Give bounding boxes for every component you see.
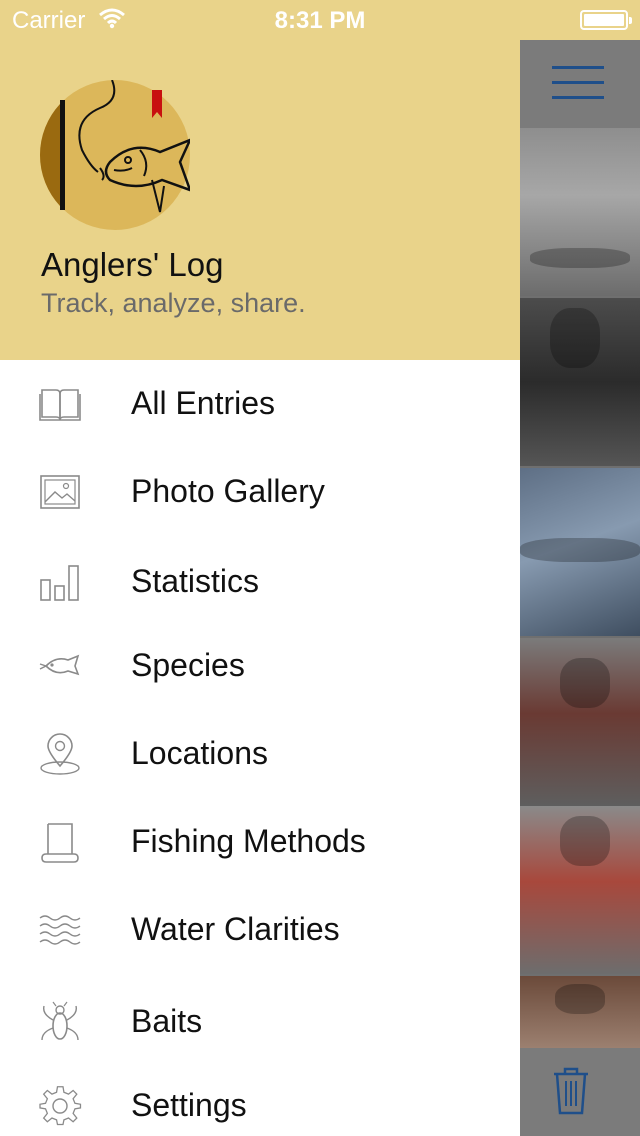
entry-photo-thumbnail[interactable] <box>520 806 640 974</box>
trash-icon[interactable] <box>550 1066 592 1121</box>
fish-icon <box>38 644 82 688</box>
waves-icon <box>38 908 82 952</box>
battery-icon <box>580 10 632 30</box>
menu-item-label: Baits <box>131 1003 203 1039</box>
menu-item-photo-gallery[interactable]: Photo Gallery <box>0 448 520 536</box>
book-icon <box>38 382 82 426</box>
entry-photo-thumbnail[interactable] <box>520 976 640 1048</box>
menu-item-label: Species <box>131 647 245 683</box>
entry-photo-thumbnail[interactable] <box>520 298 640 466</box>
menu-item-all-entries[interactable]: All Entries <box>0 360 520 448</box>
scroll-icon <box>38 820 82 864</box>
menu-item-label: Photo Gallery <box>131 473 325 509</box>
gear-icon <box>38 1084 82 1128</box>
navigation-drawer: Anglers' Log Track, analyze, share. All … <box>0 40 520 1136</box>
image-icon <box>38 470 82 514</box>
status-bar: Carrier 8:31 PM <box>0 0 640 40</box>
entry-photo-thumbnail[interactable] <box>520 638 640 806</box>
menu-item-locations[interactable]: Locations <box>0 710 520 798</box>
bar-chart-icon <box>38 560 82 604</box>
menu-item-fishing-methods[interactable]: Fishing Methods <box>0 798 520 886</box>
map-pin-icon <box>38 732 82 776</box>
app-logo <box>40 79 193 230</box>
menu-item-label: All Entries <box>131 385 276 421</box>
menu-item-label: Water Clarities <box>131 911 340 947</box>
bottom-toolbar <box>520 1048 640 1136</box>
app-subtitle: Track, analyze, share. <box>41 288 306 318</box>
menu-item-label: Locations <box>131 735 268 771</box>
menu-item-species[interactable]: Species <box>0 622 520 710</box>
menu-item-statistics[interactable]: Statistics <box>0 538 520 626</box>
entry-photo-thumbnail[interactable] <box>520 468 640 636</box>
insect-icon <box>38 1000 82 1044</box>
drawer-header: Anglers' Log Track, analyze, share. <box>0 40 520 360</box>
menu-item-label: Settings <box>131 1087 247 1123</box>
app-title: Anglers' Log <box>41 246 224 283</box>
menu-item-label: Fishing Methods <box>131 823 366 859</box>
entry-photo-thumbnail[interactable] <box>520 128 640 296</box>
menu-item-label: Statistics <box>131 563 260 599</box>
menu-item-baits[interactable]: Baits <box>0 978 520 1066</box>
entries-list-background <box>520 40 640 1136</box>
clock: 8:31 PM <box>274 7 366 34</box>
menu-item-settings[interactable]: Settings <box>0 1062 520 1136</box>
menu-item-water-clarities[interactable]: Water Clarities <box>0 886 520 974</box>
hamburger-icon <box>552 66 604 100</box>
menu-toggle-button[interactable] <box>520 40 640 128</box>
